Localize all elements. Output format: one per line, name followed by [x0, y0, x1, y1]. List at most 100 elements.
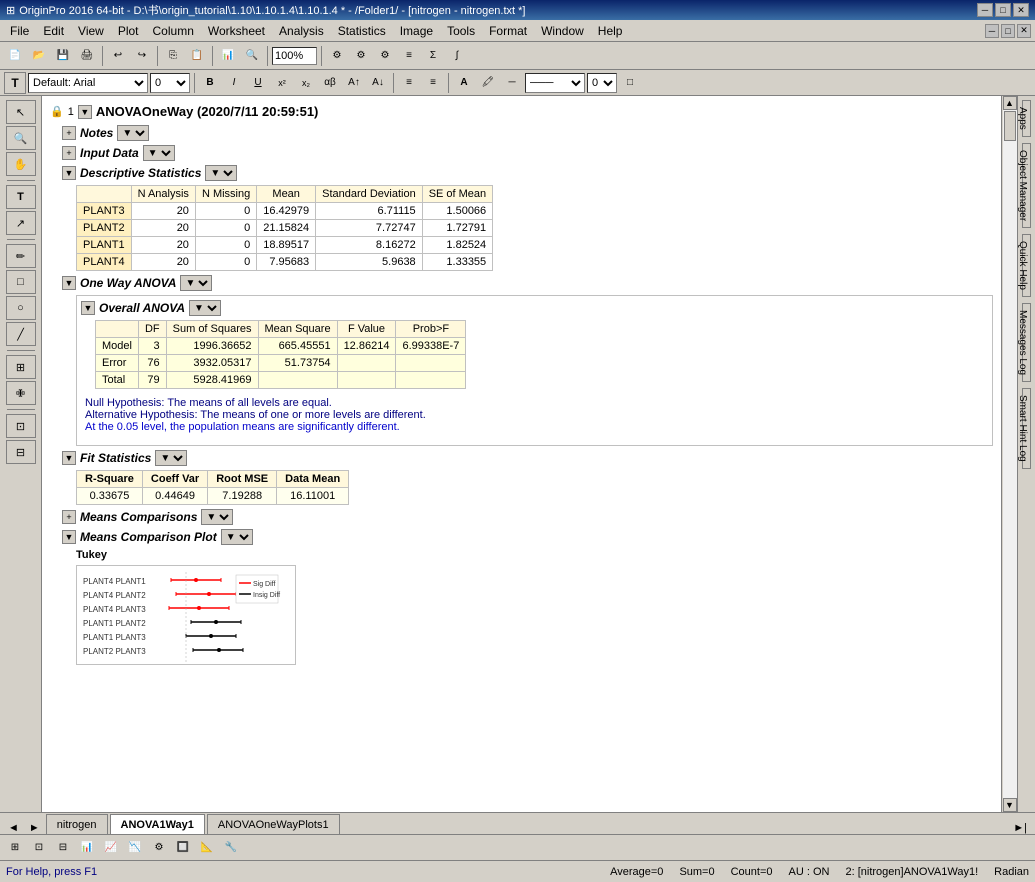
- line-style-select[interactable]: ───: [525, 73, 585, 93]
- scroll-up-btn[interactable]: ▲: [1003, 96, 1017, 110]
- save-button[interactable]: 💾: [52, 45, 74, 67]
- arrow-tool[interactable]: ↖: [6, 100, 36, 124]
- font-up-button[interactable]: A↑: [343, 72, 365, 94]
- fit-stats-collapse[interactable]: ▼: [62, 451, 76, 465]
- font-size-select[interactable]: 0: [150, 73, 190, 93]
- extra-btn6[interactable]: ∫: [446, 45, 468, 67]
- tab-scroll-right[interactable]: ►: [25, 822, 44, 834]
- overall-anova-dropdown[interactable]: ▼: [189, 300, 221, 316]
- pan-tool[interactable]: ✋: [6, 152, 36, 176]
- extra-tool1[interactable]: ⊡: [6, 414, 36, 438]
- open-button[interactable]: 📂: [28, 45, 50, 67]
- desc-stats-dropdown[interactable]: ▼: [205, 165, 237, 181]
- means-plot-collapse[interactable]: ▼: [62, 530, 76, 544]
- means-comp-collapse[interactable]: +: [62, 510, 76, 524]
- greek-button[interactable]: αβ: [319, 72, 341, 94]
- btm-btn2[interactable]: ⊡: [28, 837, 50, 859]
- collapse-all-btn[interactable]: ▼: [78, 105, 92, 119]
- btm-btn8[interactable]: 🔲: [172, 837, 194, 859]
- quick-help-label[interactable]: Quick Help: [1022, 234, 1031, 297]
- extra-btn3[interactable]: ⚙: [374, 45, 396, 67]
- minimize-inner[interactable]: ─: [985, 24, 999, 38]
- redo-button[interactable]: ↪: [131, 45, 153, 67]
- circle-tool[interactable]: ○: [6, 296, 36, 320]
- text-insert[interactable]: T: [6, 185, 36, 209]
- tab-anovaplots1[interactable]: ANOVAOneWayPlots1: [207, 814, 340, 834]
- close-button[interactable]: ✕: [1013, 3, 1029, 17]
- input-data-collapse[interactable]: +: [62, 146, 76, 160]
- align-left[interactable]: ≡: [398, 72, 420, 94]
- menu-window[interactable]: Window: [535, 22, 590, 40]
- menu-format[interactable]: Format: [483, 22, 533, 40]
- tab-scroll-left[interactable]: ◄: [4, 822, 23, 834]
- vertical-scrollbar[interactable]: ▲ ▼: [1001, 96, 1017, 812]
- tab-end-btn[interactable]: ►|: [1009, 822, 1031, 834]
- btm-btn3[interactable]: ⊟: [52, 837, 74, 859]
- zoom-button[interactable]: 🔍: [241, 45, 263, 67]
- menu-tools[interactable]: Tools: [441, 22, 481, 40]
- btm-btn7[interactable]: ⚙: [148, 837, 170, 859]
- text-tool[interactable]: T: [4, 72, 26, 94]
- smart-hint-log-label[interactable]: Smart Hint Log: [1022, 388, 1031, 469]
- move-tool[interactable]: ✙: [6, 381, 36, 405]
- bold-button[interactable]: B: [199, 72, 221, 94]
- new-button[interactable]: 📄: [4, 45, 26, 67]
- notes-collapse[interactable]: +: [62, 126, 76, 140]
- paste-button[interactable]: 📋: [186, 45, 208, 67]
- border-button[interactable]: □: [619, 72, 641, 94]
- graph-button[interactable]: 📊: [217, 45, 239, 67]
- arrow-insert[interactable]: ↗: [6, 211, 36, 235]
- means-comp-dropdown[interactable]: ▼: [201, 509, 233, 525]
- menu-help[interactable]: Help: [592, 22, 629, 40]
- menu-worksheet[interactable]: Worksheet: [202, 22, 271, 40]
- zoom-tool[interactable]: 🔍: [6, 126, 36, 150]
- line-button[interactable]: ─: [501, 72, 523, 94]
- menu-statistics[interactable]: Statistics: [332, 22, 392, 40]
- minimize-button[interactable]: ─: [977, 3, 993, 17]
- menu-plot[interactable]: Plot: [112, 22, 145, 40]
- messages-log-label[interactable]: Messages Log: [1022, 303, 1031, 382]
- anova-dropdown[interactable]: ▼: [180, 275, 212, 291]
- undo-button[interactable]: ↩: [107, 45, 129, 67]
- font-name-select[interactable]: Default: Arial: [28, 73, 148, 93]
- scroll-down-btn[interactable]: ▼: [1003, 798, 1017, 812]
- underline-button[interactable]: U: [247, 72, 269, 94]
- means-plot-dropdown[interactable]: ▼: [221, 529, 253, 545]
- extra-btn1[interactable]: ⚙: [326, 45, 348, 67]
- notes-dropdown[interactable]: ▼: [117, 125, 149, 141]
- apps-label[interactable]: Apps: [1022, 100, 1031, 137]
- menu-column[interactable]: Column: [147, 22, 200, 40]
- menu-view[interactable]: View: [72, 22, 110, 40]
- copy-button[interactable]: ⎘: [162, 45, 184, 67]
- close-inner[interactable]: ✕: [1017, 24, 1031, 38]
- extra-btn2[interactable]: ⚙: [350, 45, 372, 67]
- extra-btn4[interactable]: ≡: [398, 45, 420, 67]
- align-center[interactable]: ≡: [422, 72, 444, 94]
- tab-anova1way1[interactable]: ANOVA1Way1: [110, 814, 205, 834]
- font-down-button[interactable]: A↓: [367, 72, 389, 94]
- draw-tool[interactable]: ✏: [6, 244, 36, 268]
- menu-image[interactable]: Image: [394, 22, 439, 40]
- extra-tool2[interactable]: ⊟: [6, 440, 36, 464]
- highlight-button[interactable]: 🖍: [477, 72, 499, 94]
- tab-nitrogen[interactable]: nitrogen: [46, 814, 108, 834]
- btm-btn1[interactable]: ⊞: [4, 837, 26, 859]
- desc-stats-collapse[interactable]: ▼: [62, 166, 76, 180]
- scroll-track[interactable]: [1003, 110, 1017, 798]
- subscript-button[interactable]: x₂: [295, 72, 317, 94]
- extra-btn5[interactable]: Σ: [422, 45, 444, 67]
- color-button[interactable]: A: [453, 72, 475, 94]
- btm-btn6[interactable]: 📉: [124, 837, 146, 859]
- superscript-button[interactable]: x²: [271, 72, 293, 94]
- zoom-input[interactable]: [272, 47, 317, 65]
- maximize-button[interactable]: □: [995, 3, 1011, 17]
- scroll-thumb[interactable]: [1004, 111, 1016, 141]
- overall-anova-collapse[interactable]: ▼: [81, 301, 95, 315]
- btm-btn4[interactable]: 📊: [76, 837, 98, 859]
- menu-edit[interactable]: Edit: [37, 22, 70, 40]
- italic-button[interactable]: I: [223, 72, 245, 94]
- object-manager-label[interactable]: Object Manager: [1022, 143, 1031, 228]
- anova-collapse[interactable]: ▼: [62, 276, 76, 290]
- print-button[interactable]: 🖨: [76, 45, 98, 67]
- line-draw-tool[interactable]: ╱: [6, 322, 36, 346]
